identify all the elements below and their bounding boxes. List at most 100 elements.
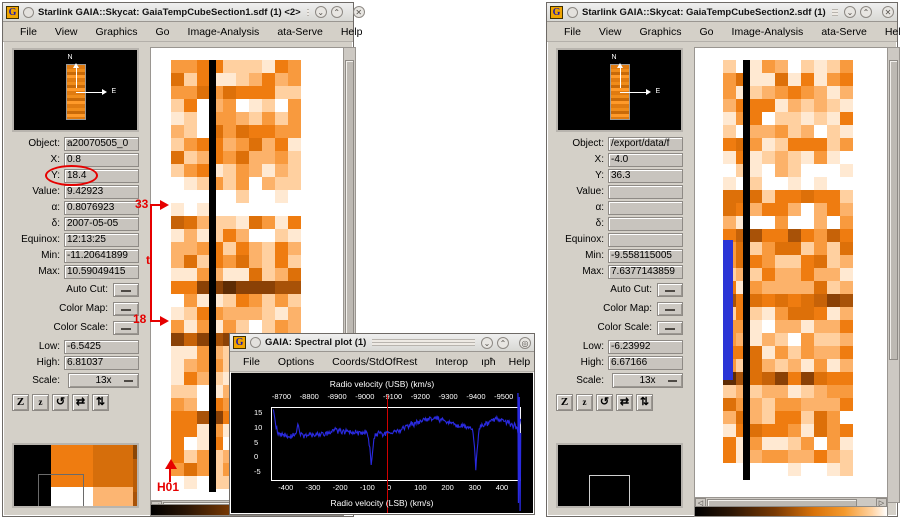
vscroll-thumb[interactable] xyxy=(889,60,898,360)
image-pixel xyxy=(184,255,197,268)
menu-ipr[interactable]: ıpħ xyxy=(477,353,500,371)
colorbar-2[interactable] xyxy=(694,506,888,517)
field-alpha-value[interactable]: 0.8076923 xyxy=(64,200,139,215)
zoom-in-icon[interactable]: Z xyxy=(12,394,29,411)
field-x-value[interactable]: -4.0 xyxy=(608,152,683,167)
field-high-value[interactable]: 6.81037 xyxy=(64,355,139,370)
field-max-value[interactable]: 10.59049415 xyxy=(64,264,139,279)
menu-help[interactable]: Help xyxy=(332,23,372,41)
auto-cut-menu-button[interactable] xyxy=(113,282,139,297)
menu-view[interactable]: View xyxy=(590,23,631,41)
zoom-out-icon[interactable]: z xyxy=(576,394,593,411)
field-value-value[interactable]: 9.42923 xyxy=(64,184,139,199)
minimize-button[interactable]: ⌄ xyxy=(314,6,327,18)
image-pixel xyxy=(236,203,249,216)
image-pixel xyxy=(749,112,762,125)
field-y-value[interactable]: 36.3 xyxy=(608,168,683,183)
menubar[interactable]: File View Graphics Go Image-Analysis ata… xyxy=(3,22,362,42)
rotate-icon[interactable]: ↺ xyxy=(596,394,613,411)
menu-graphics[interactable]: Graphics xyxy=(631,23,691,41)
menu-file[interactable]: File xyxy=(234,353,269,371)
menu-file[interactable]: File xyxy=(11,23,46,41)
vscroll-thumb[interactable] xyxy=(345,60,354,360)
flip-x-icon[interactable]: ⇄ xyxy=(72,394,89,411)
image-pixel xyxy=(788,99,801,112)
image-vscrollbar-2[interactable] xyxy=(887,47,900,503)
scale-menu-button[interactable]: 13x xyxy=(68,373,139,388)
menu-go[interactable]: Go xyxy=(147,23,179,41)
pixel-magnifier[interactable] xyxy=(556,443,683,508)
close-button[interactable]: ◎ xyxy=(519,336,531,349)
menu-data-serve[interactable]: ata-Serve xyxy=(268,23,332,41)
field-max: Max: 7.6377143859 xyxy=(552,264,683,279)
field-equinox-value[interactable]: 12:13:25 xyxy=(64,232,139,247)
field-delta-value[interactable]: 2007-05-05 xyxy=(64,216,139,231)
field-min-value[interactable]: -9.558115005 xyxy=(608,248,683,263)
window-menu-icon[interactable] xyxy=(250,337,261,348)
menubar[interactable]: File Options Coords/StdOfRest Interop ıp… xyxy=(230,352,534,372)
image-pixel xyxy=(840,86,853,99)
menubar[interactable]: File View Graphics Go Image-Analysis ata… xyxy=(547,22,900,42)
window-menu-icon[interactable] xyxy=(23,6,34,18)
maximize-button[interactable]: ⌃ xyxy=(860,6,872,18)
zoom-in-icon[interactable]: Z xyxy=(556,394,573,411)
image-pixel xyxy=(288,281,301,294)
gaia-skycat-window-2[interactable]: G Starlink GAIA::Skycat: GaiaTempCubeSec… xyxy=(546,2,900,517)
menu-help[interactable]: Help xyxy=(500,353,540,371)
spectral-plot-window[interactable]: G GAIA: Spectral plot (1) ⌄ ⌃ ◎ File Opt… xyxy=(229,333,535,515)
close-button[interactable]: ✕ xyxy=(352,6,365,18)
maximize-button[interactable]: ⌃ xyxy=(497,336,509,349)
menu-image-analysis[interactable]: Image-Analysis xyxy=(723,23,813,41)
titlebar[interactable]: G GAIA: Spectral plot (1) ⌄ ⌃ ◎ xyxy=(230,334,534,352)
field-max-value[interactable]: 7.6377143859 xyxy=(608,264,683,279)
scale-menu-button[interactable]: 13x xyxy=(612,373,683,388)
window-menu-icon[interactable] xyxy=(567,6,578,18)
field-low-value[interactable]: -6.5425 xyxy=(64,339,139,354)
flip-y-icon[interactable]: ⇅ xyxy=(92,394,109,411)
menu-options[interactable]: Options xyxy=(269,353,323,371)
image-pixel xyxy=(762,411,775,424)
pixel-magnifier[interactable] xyxy=(12,443,139,508)
field-low-value[interactable]: -6.23992 xyxy=(608,339,683,354)
titlebar[interactable]: G Starlink GAIA::Skycat: GaiaTempCubeSec… xyxy=(3,3,365,22)
compass-preview[interactable]: N E xyxy=(556,48,683,132)
field-alpha-value[interactable] xyxy=(608,200,683,215)
rotate-icon[interactable]: ↺ xyxy=(52,394,69,411)
field-delta-value[interactable] xyxy=(608,216,683,231)
flip-y-icon[interactable]: ⇅ xyxy=(636,394,653,411)
menu-graphics[interactable]: Graphics xyxy=(87,23,147,41)
spectral-plot-canvas[interactable]: Radio velocity (USB) (km/s) -8700 -8800 -8… xyxy=(231,373,533,513)
field-value-value[interactable] xyxy=(608,184,683,199)
compass-preview[interactable]: N E xyxy=(12,48,139,132)
menu-coords-stdofrest[interactable]: Coords/StdOfRest xyxy=(323,353,426,371)
menu-help[interactable]: Help xyxy=(876,23,900,41)
image-pixel xyxy=(249,216,262,229)
zoom-out-icon[interactable]: z xyxy=(32,394,49,411)
menu-image-analysis[interactable]: Image-Analysis xyxy=(179,23,269,41)
field-min-value[interactable]: -11.20641899 xyxy=(64,248,139,263)
minimize-button[interactable]: ⌄ xyxy=(844,6,856,18)
image-pixel xyxy=(288,60,301,73)
minimize-button[interactable]: ⌄ xyxy=(481,336,493,349)
image-canvas-2[interactable] xyxy=(694,47,888,503)
image-pixel xyxy=(236,320,249,333)
menu-data-serve[interactable]: ata-Serve xyxy=(812,23,876,41)
menu-go[interactable]: Go xyxy=(691,23,723,41)
field-object-value[interactable]: a20070505_0 xyxy=(64,136,139,151)
maximize-button[interactable]: ⌃ xyxy=(330,6,343,18)
image-pixel xyxy=(801,86,814,99)
field-object-label: Object: xyxy=(28,138,60,149)
field-equinox-value[interactable] xyxy=(608,232,683,247)
menu-interop[interactable]: Interop xyxy=(426,353,477,371)
image-pixel xyxy=(749,255,762,268)
flip-x-icon[interactable]: ⇄ xyxy=(616,394,633,411)
color-scale-menu-button[interactable] xyxy=(657,320,683,335)
color-map-menu-button[interactable] xyxy=(657,301,683,316)
close-button[interactable]: ✕ xyxy=(882,6,894,18)
field-high-value[interactable]: 6.67166 xyxy=(608,355,683,370)
auto-cut-menu-button[interactable] xyxy=(657,282,683,297)
titlebar[interactable]: G Starlink GAIA::Skycat: GaiaTempCubeSec… xyxy=(547,3,897,22)
menu-file[interactable]: File xyxy=(555,23,590,41)
menu-view[interactable]: View xyxy=(46,23,87,41)
field-object-value[interactable]: /export/data/f xyxy=(608,136,683,151)
